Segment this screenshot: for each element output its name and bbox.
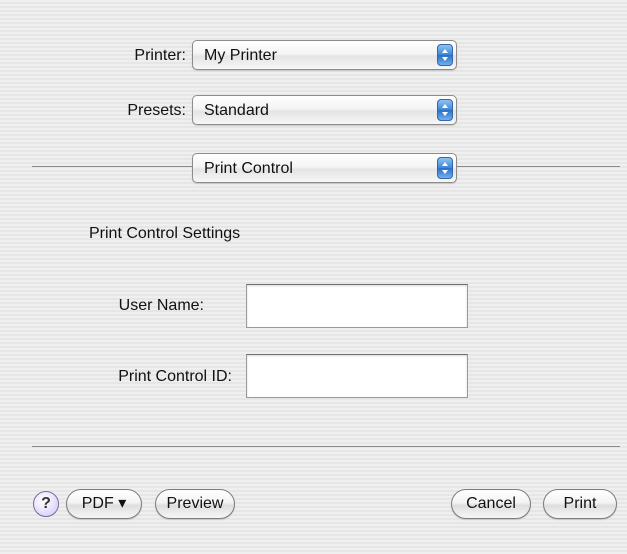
panel-popup[interactable]: Print Control bbox=[192, 153, 457, 183]
presets-label: Presets: bbox=[127, 102, 186, 119]
cancel-button[interactable]: Cancel bbox=[451, 489, 531, 519]
question-mark-icon: ? bbox=[41, 495, 51, 512]
printer-label: Printer: bbox=[134, 47, 186, 64]
presets-popup-value: Standard bbox=[204, 102, 269, 119]
panel-popup-value: Print Control bbox=[204, 160, 293, 177]
pdf-button[interactable]: PDF ▾ bbox=[66, 489, 142, 519]
print-dialog: Printer: My Printer Presets: Standard Pr… bbox=[0, 0, 627, 554]
section-title: Print Control Settings bbox=[89, 225, 241, 242]
presets-popup[interactable]: Standard bbox=[192, 95, 457, 125]
help-button[interactable]: ? bbox=[33, 491, 59, 517]
separator-left bbox=[32, 166, 192, 167]
user-name-label: User Name: bbox=[118, 297, 204, 314]
print-control-id-label: Print Control ID: bbox=[118, 368, 232, 385]
printer-popup-value: My Printer bbox=[204, 47, 277, 64]
separator-right bbox=[457, 166, 620, 167]
up-down-arrows-icon bbox=[437, 157, 453, 179]
printer-popup[interactable]: My Printer bbox=[192, 40, 457, 70]
up-down-arrows-icon bbox=[437, 99, 453, 121]
user-name-field[interactable] bbox=[246, 284, 468, 328]
preview-button[interactable]: Preview bbox=[155, 489, 235, 519]
bottom-separator bbox=[32, 446, 620, 447]
print-button[interactable]: Print bbox=[543, 489, 617, 519]
up-down-arrows-icon bbox=[437, 44, 453, 66]
print-control-id-field[interactable] bbox=[246, 354, 468, 398]
